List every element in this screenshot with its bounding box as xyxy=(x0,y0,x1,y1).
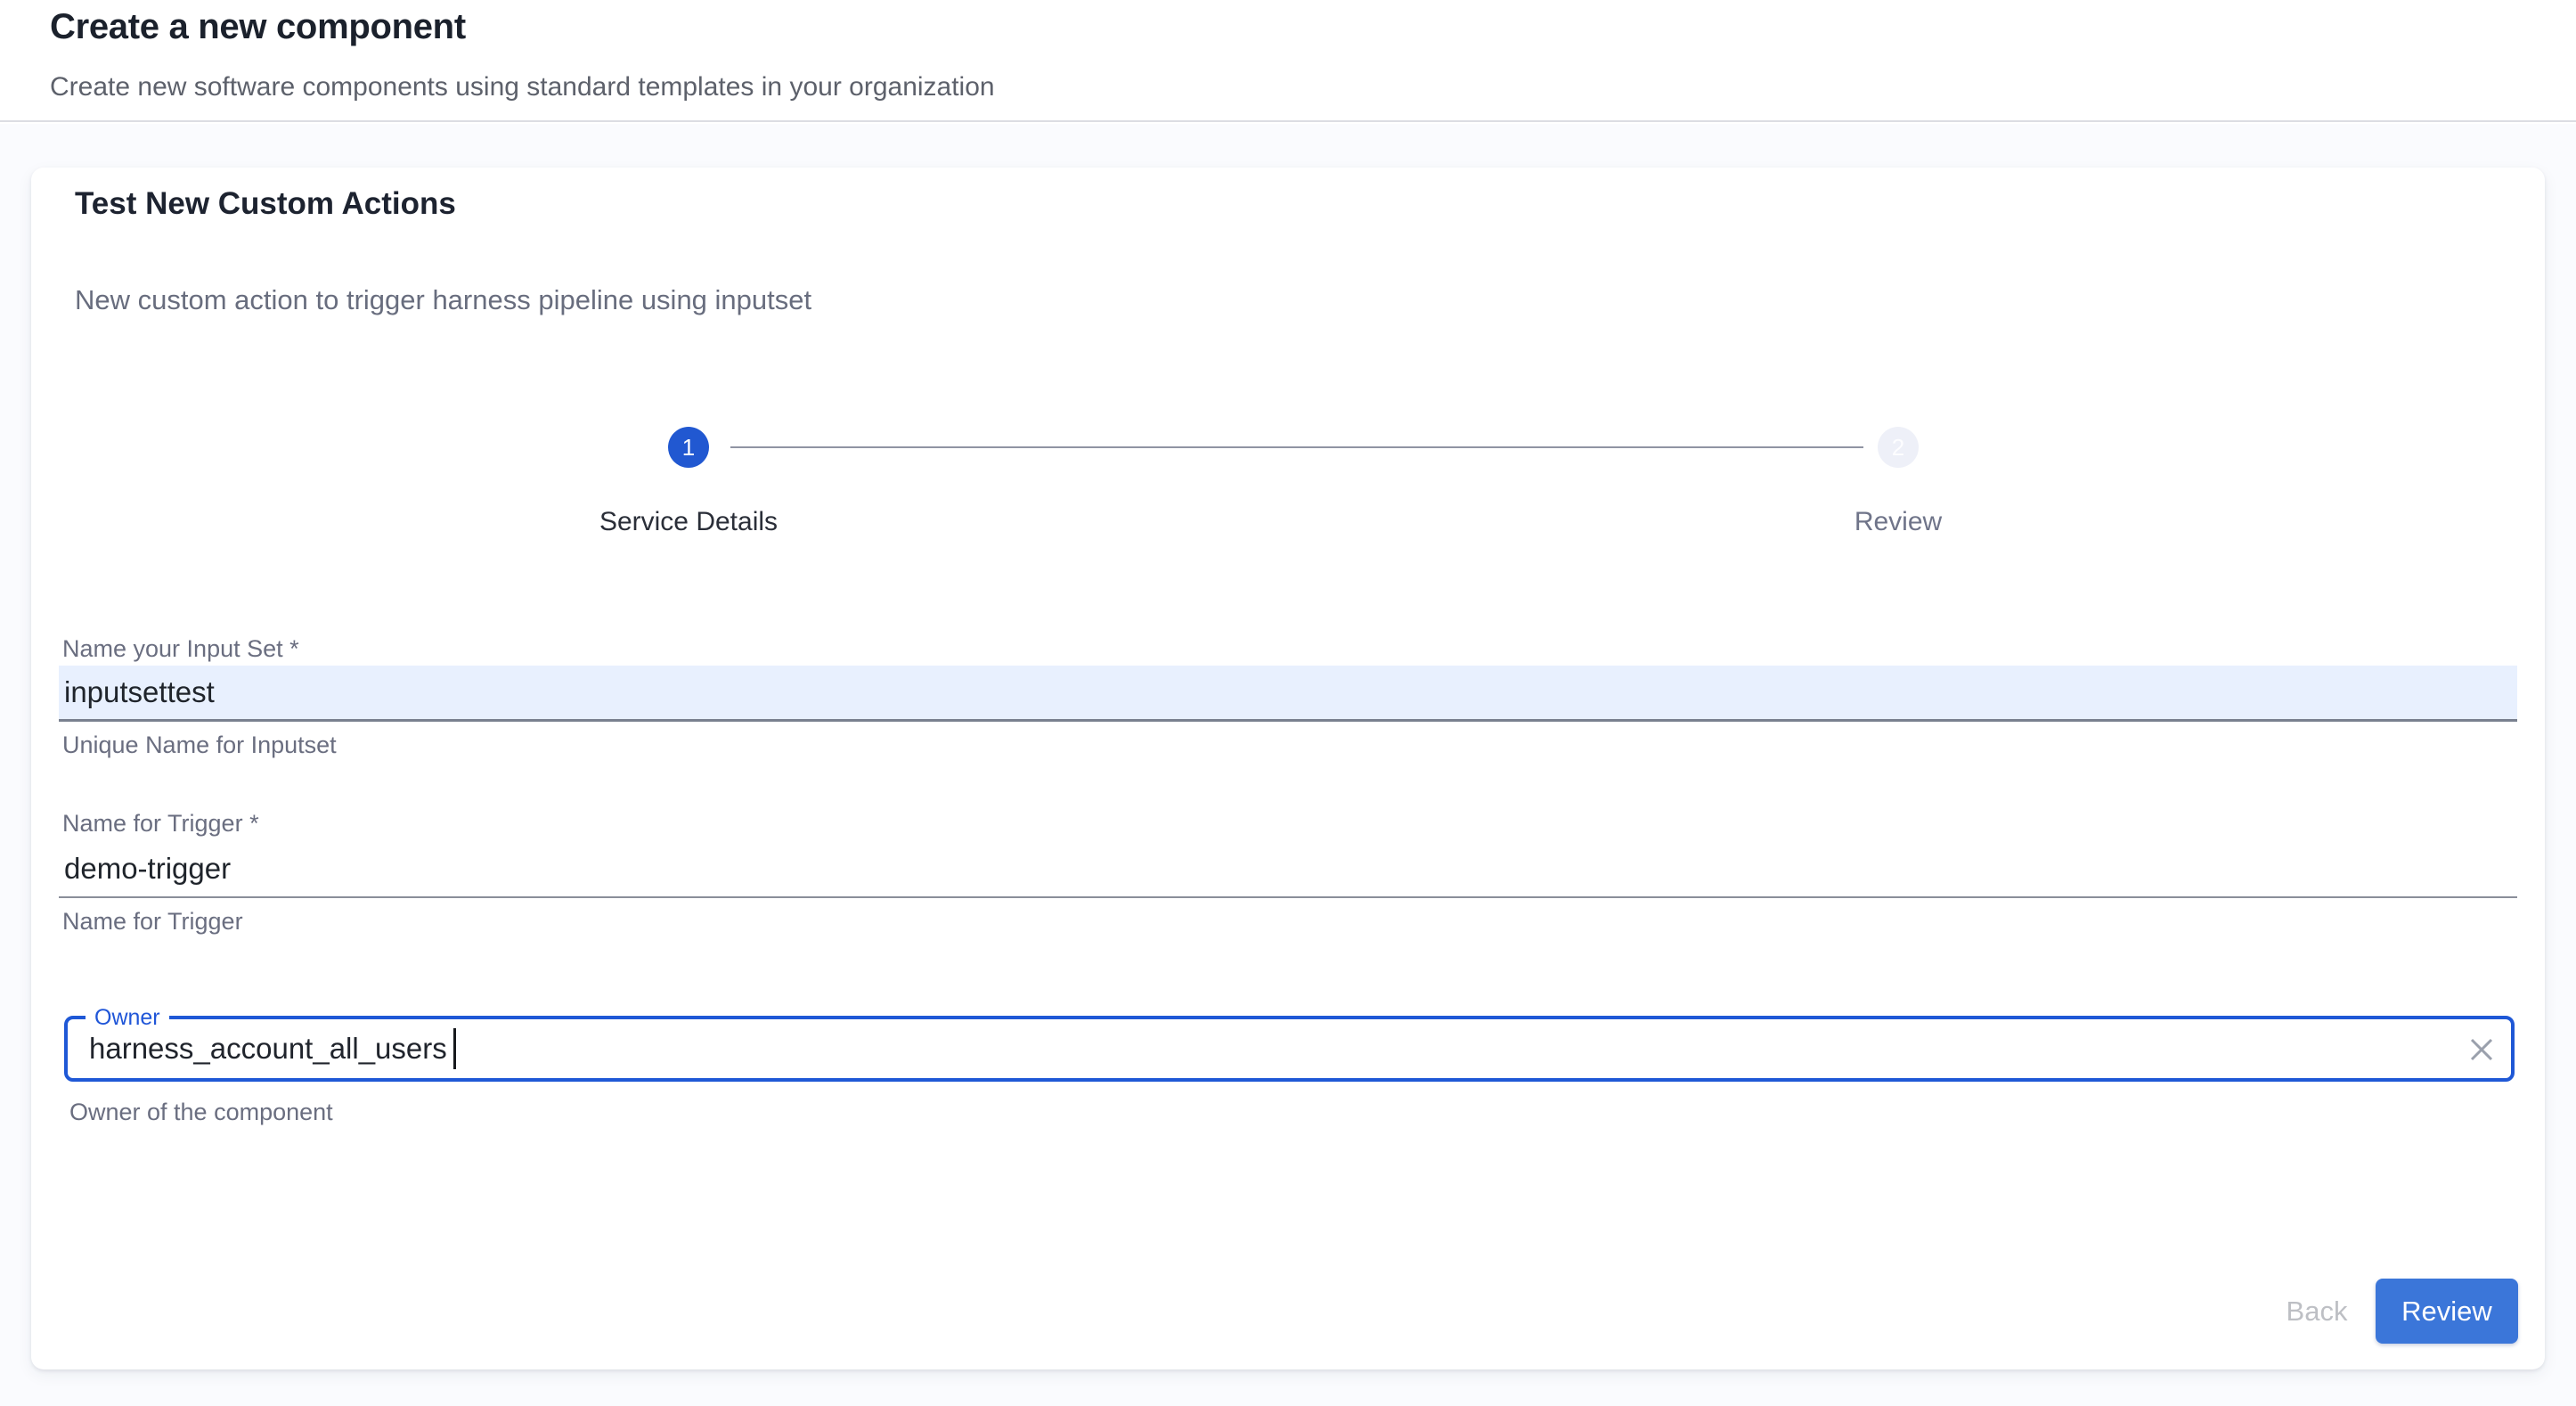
trigger-name-field[interactable] xyxy=(59,841,2517,898)
template-card: Test New Custom Actions New custom actio… xyxy=(31,168,2545,1369)
step-2-label: Review xyxy=(1720,506,2076,538)
card-title: Test New Custom Actions xyxy=(75,185,456,223)
input-set-name-label: Name your Input Set * xyxy=(62,634,299,663)
page-header: Create a new component Create new softwa… xyxy=(0,0,2576,122)
card-description: New custom action to trigger harness pip… xyxy=(75,283,811,317)
step-1-indicator: 1 xyxy=(668,427,709,468)
page-subtitle: Create new software components using sta… xyxy=(50,71,995,103)
review-button[interactable]: Review xyxy=(2376,1279,2518,1344)
step-1-number: 1 xyxy=(682,434,695,462)
back-button[interactable]: Back xyxy=(2254,1279,2379,1344)
step-2-indicator: 2 xyxy=(1878,427,1919,468)
trigger-name-helper: Name for Trigger xyxy=(62,907,243,936)
text-cursor xyxy=(453,1028,456,1069)
owner-field[interactable] xyxy=(89,1027,2369,1070)
step-connector-line xyxy=(730,446,1863,448)
input-set-name-helper: Unique Name for Inputset xyxy=(62,731,337,759)
owner-field-helper: Owner of the component xyxy=(69,1098,333,1126)
owner-field-outline: Owner xyxy=(64,1016,2515,1082)
step-2-number: 2 xyxy=(1892,434,1904,462)
step-1-label: Service Details xyxy=(510,506,867,538)
page-title: Create a new component xyxy=(50,5,466,48)
input-set-name-field[interactable] xyxy=(59,666,2517,722)
page-body: Test New Custom Actions New custom actio… xyxy=(0,124,2576,1406)
clear-owner-button[interactable] xyxy=(2462,1030,2501,1069)
trigger-name-label: Name for Trigger * xyxy=(62,809,259,838)
x-icon xyxy=(2466,1034,2497,1065)
